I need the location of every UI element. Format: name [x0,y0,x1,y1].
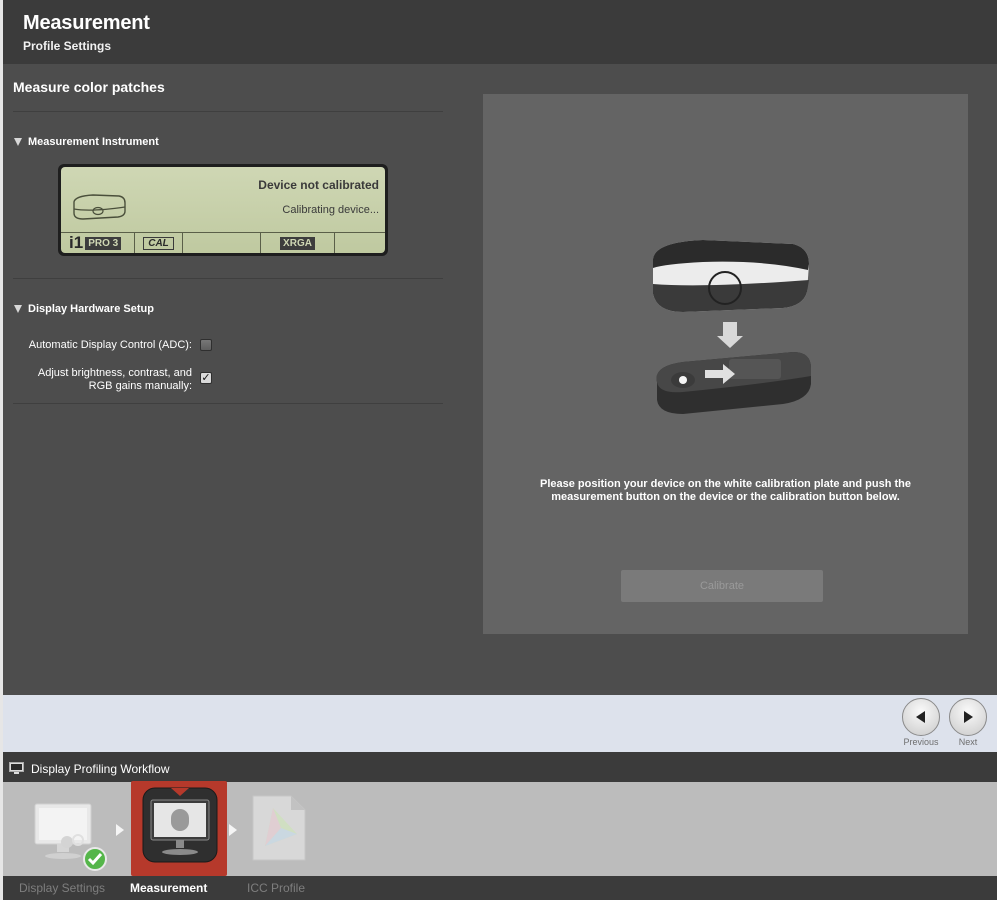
disclosure-triangle-icon[interactable] [14,138,22,146]
arrow-right-icon [964,711,973,723]
lcd-extra: XRGA [280,236,315,250]
lcd-extra-cell: XRGA [261,233,335,253]
lcd-substatus: Calibrating device... [282,204,379,216]
monitor-icon [9,762,24,774]
next-button[interactable] [949,698,987,736]
calibration-illustration [653,240,811,414]
manual-gains-label-line2: RGB gains manually: [88,380,192,392]
previous-label: Previous [903,737,939,747]
lcd-model: PRO 3 [85,236,122,250]
lcd-mode: CAL [143,236,174,250]
disclosure-triangle-icon[interactable] [14,305,22,313]
navigation-bar: Previous Next [3,695,997,752]
section-title: Measure color patches [13,79,165,95]
lcd-empty-cell [183,233,261,253]
instruction-line1: Please position your device on the white… [539,478,911,490]
adc-checkbox[interactable] [200,339,212,351]
workflow-header: Display Profiling Workflow [3,752,997,782]
display-settings-step-icon[interactable] [31,802,111,872]
divider [13,111,443,112]
lcd-mode-cell: CAL [135,233,183,253]
step-label-icc-profile[interactable]: ICC Profile [247,881,305,895]
adc-label: Automatic Display Control (ADC): [28,339,192,351]
previous-button[interactable] [902,698,940,736]
arrow-left-icon [916,711,925,723]
hardware-heading: Display Hardware Setup [28,303,154,315]
step-label-display-settings[interactable]: Display Settings [19,881,105,895]
step-arrow-icon [229,824,237,836]
lcd-empty-cell [335,233,385,253]
page-title: Measurement [23,12,150,34]
workflow-strip [3,781,997,876]
main-content: Measure color patches Measurement Instru… [3,64,997,695]
spectrophotometer-icon [73,194,126,220]
lcd-status: Device not calibrated [258,178,379,192]
calibrate-button[interactable]: Calibrate [621,570,823,602]
manual-gains-label: Adjust brightness, contrast, and RGB gai… [38,367,192,393]
step-arrow-icon [116,824,124,836]
instruction-line2: measurement button on the device or the … [551,491,900,503]
manual-gains-label-line1: Adjust brightness, contrast, and [37,367,192,379]
manual-gains-checkbox[interactable]: ✓ [200,372,212,384]
lcd-statusbar: i1 PRO 3 CAL XRGA [61,232,385,253]
calibration-instructions: Please position your device on the white… [483,478,968,504]
instrument-disclosure[interactable]: Measurement Instrument [14,136,159,148]
instrument-lcd: Device not calibrated Calibrating device… [58,164,388,256]
divider [13,403,443,404]
workflow-title: Display Profiling Workflow [31,762,170,776]
page-header: Measurement Profile Settings [0,0,997,64]
calibration-panel: Please position your device on the white… [483,94,968,634]
step-label-measurement[interactable]: Measurement [130,881,207,895]
lcd-brand: i1 [69,233,84,252]
lcd-model-cell: i1 PRO 3 [61,233,135,253]
hardware-disclosure[interactable]: Display Hardware Setup [14,303,154,315]
divider [13,278,443,279]
instrument-heading: Measurement Instrument [28,136,159,148]
next-label: Next [958,737,978,747]
icc-profile-step-icon[interactable] [251,794,307,862]
page-subtitle: Profile Settings [23,39,112,53]
measurement-step-icon[interactable] [141,786,219,868]
workflow-labels: Display Settings Measurement ICC Profile [3,876,997,900]
